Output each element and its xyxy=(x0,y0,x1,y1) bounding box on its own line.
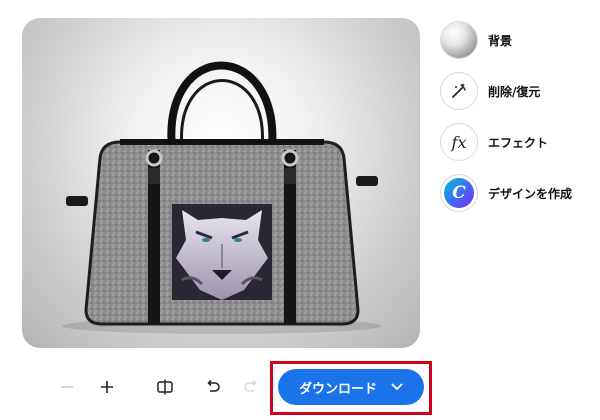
tool-panel: 背景 削除/復元 fx エフェクト C デザインを作成 xyxy=(440,20,600,224)
compare-button[interactable] xyxy=(152,374,178,400)
undo-button[interactable] xyxy=(200,374,226,400)
tool-background[interactable]: 背景 xyxy=(440,20,600,60)
download-button[interactable]: ダウンロード xyxy=(278,369,424,405)
fx-icon: fx xyxy=(440,123,478,161)
tool-effects[interactable]: fx エフェクト xyxy=(440,122,600,162)
zoom-in-button[interactable] xyxy=(94,374,120,400)
zoom-out-button[interactable] xyxy=(54,374,80,400)
tool-design[interactable]: C デザインを作成 xyxy=(440,173,600,213)
redo-button[interactable] xyxy=(238,374,264,400)
tool-design-label: デザインを作成 xyxy=(488,186,573,201)
canva-logo-icon: C xyxy=(440,174,478,212)
plus-icon xyxy=(101,381,113,393)
magic-wand-icon xyxy=(440,72,478,110)
tool-background-label: 背景 xyxy=(488,33,513,48)
chevron-down-icon xyxy=(391,383,403,391)
handbag-image xyxy=(62,61,382,334)
download-button-label: ダウンロード xyxy=(298,380,377,396)
tool-erase-restore-label: 削除/復元 xyxy=(488,84,541,99)
compare-icon xyxy=(157,379,173,395)
tool-effects-label: エフェクト xyxy=(488,135,549,150)
minus-icon xyxy=(61,386,73,388)
gradient-sphere-icon xyxy=(440,21,478,59)
tool-erase-restore[interactable]: 削除/復元 xyxy=(440,71,600,111)
redo-icon xyxy=(244,379,257,392)
image-preview xyxy=(22,18,420,348)
undo-icon xyxy=(207,379,220,392)
